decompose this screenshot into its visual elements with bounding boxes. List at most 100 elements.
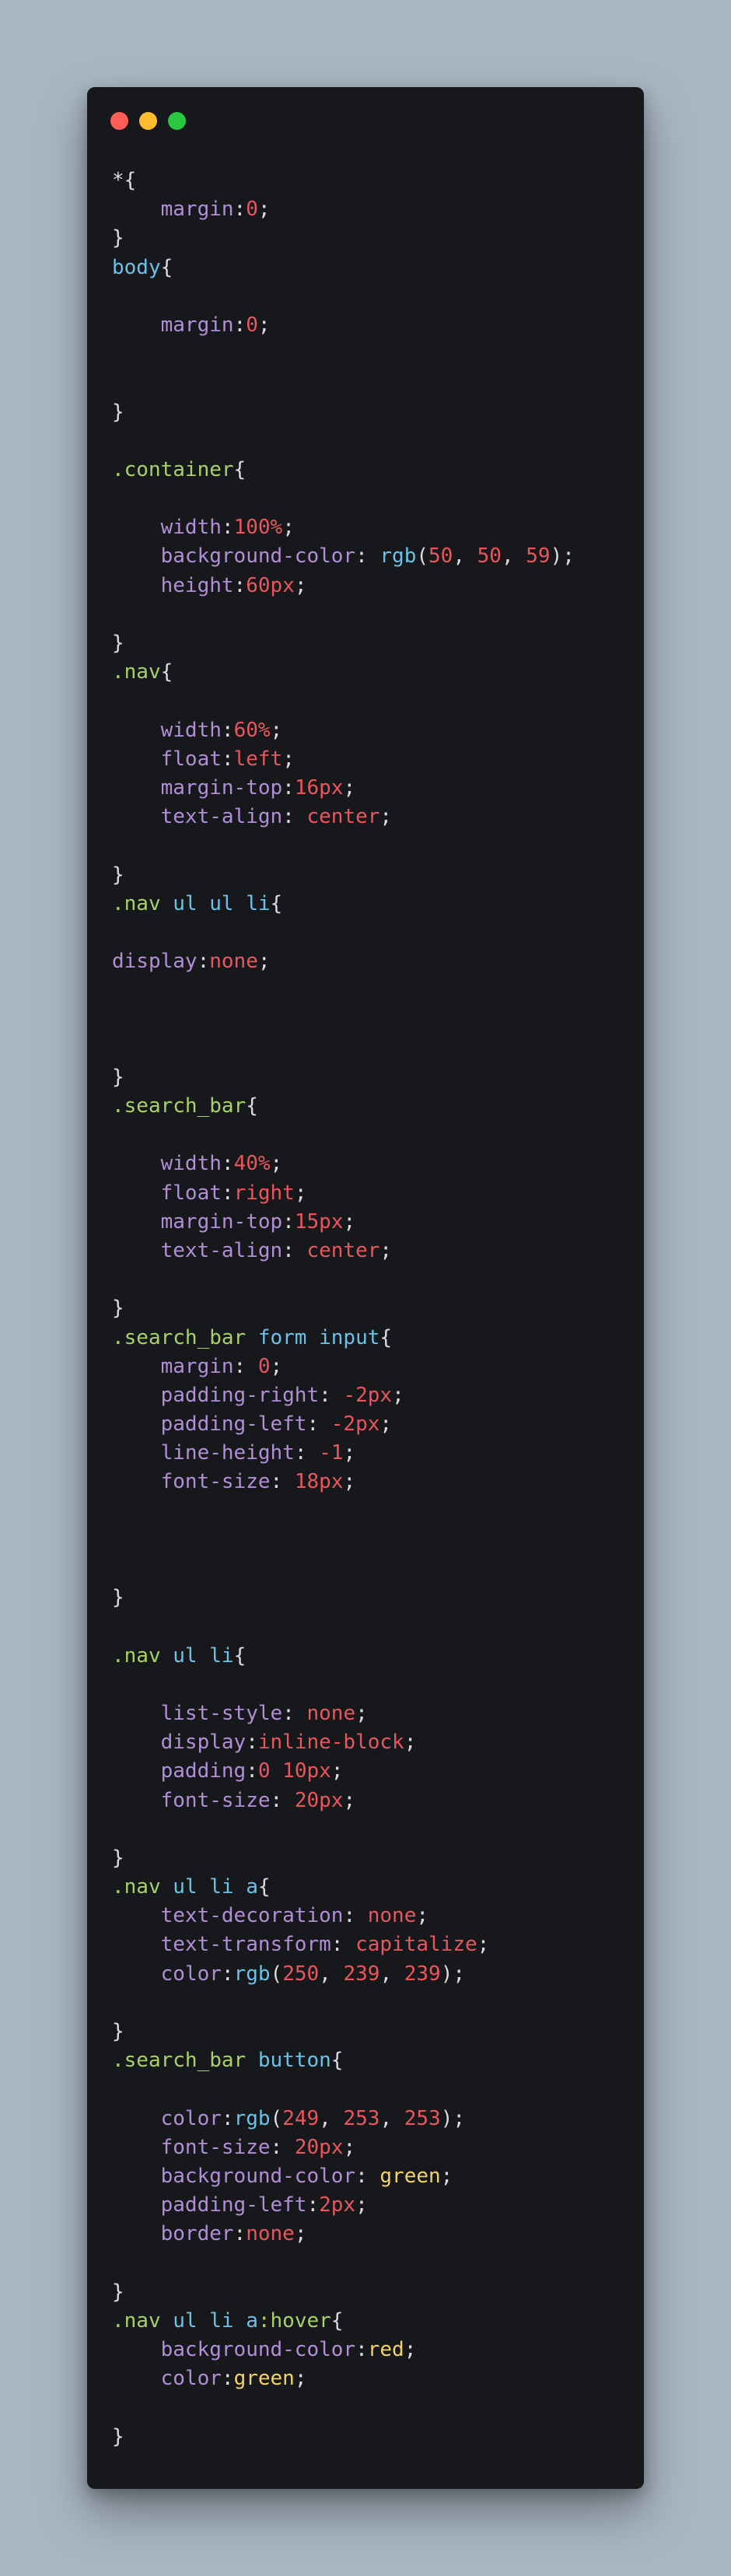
code-token: : [319,1383,344,1407]
code-token: 253 [404,2106,441,2130]
code-token: button [257,2049,331,2073]
code-token: : [221,2367,234,2391]
code-token: } [112,226,124,250]
maximize-button[interactable] [168,112,186,130]
code-token: rgb [233,1962,271,1986]
code-token: li [209,1643,234,1668]
code-token: { [246,1094,258,1118]
code-token: : [355,2338,368,2362]
code-token: } [112,632,124,655]
code-line: } [112,861,628,890]
code-token: ; [355,2193,368,2217]
close-button[interactable] [110,112,128,130]
code-token: { [270,891,283,915]
code-token: : [355,2164,380,2188]
code-token: ; [257,313,271,337]
code-block: *{ margin:0;} body{ margin:0;} .container{… [112,166,628,2452]
code-line: display:none; [112,947,628,976]
code-line: padding-left: -2px; [112,1410,628,1439]
code-token: ; [282,747,295,771]
code-token: , [319,1962,344,1986]
code-line: display:inline-block; [112,1728,628,1757]
minimize-button[interactable] [139,112,157,130]
code-line: padding-left:2px; [112,2191,628,2220]
code-token: rgb [379,544,417,569]
code-token: 253 [343,2106,380,2130]
code-token: : [233,198,247,222]
code-token: form [257,1325,307,1349]
code-token: width [160,516,222,540]
code-window: *{ margin:0;} body{ margin:0;} .container{… [87,87,644,2489]
code-token: : [270,1470,295,1494]
code-line: background-color:red; [112,2336,628,2364]
code-token: : [282,1238,307,1262]
code-line: color:rgb(250, 239, 239); [112,1960,628,1989]
code-token: : [233,1354,258,1378]
code-token: ; [294,2222,307,2246]
code-token: font-size [160,2135,271,2159]
code-token: { [379,1325,393,1349]
code-line: .search_bar form input{ [112,1324,628,1353]
code-token: ; [440,2164,453,2188]
code-token: body [112,255,161,279]
code-token: rgb [233,2106,271,2130]
code-token: center [306,805,380,829]
code-line: float:left; [112,745,628,774]
code-token: color [160,2106,222,2130]
code-token: margin [160,1354,234,1378]
code-token: display [112,950,198,974]
code-token: *{ [112,169,137,192]
code-token: : [355,544,380,569]
code-token: none [246,2222,295,2246]
window-controls [110,112,186,130]
code-token: , [379,1962,404,1986]
code-token: margin [160,313,234,337]
code-token: green [379,2164,441,2188]
code-token: ; [379,1238,393,1262]
code-token: color [160,2367,222,2391]
code-token: .search_bar [112,1325,247,1349]
code-token: font-size [160,1470,271,1494]
code-token: ul [173,891,198,915]
code-token: padding-left [160,1412,307,1437]
code-token: { [233,457,247,481]
code-token: ( [270,1962,283,1986]
code-line: font-size: 18px; [112,1468,628,1496]
code-token: center [306,1238,380,1262]
code-token: .nav [112,1643,161,1668]
code-line: .nav ul ul li{ [112,890,628,919]
code-token: ; [282,516,295,540]
code-token: none [209,950,258,974]
code-token: ; [379,1412,393,1437]
code-token: none [306,1701,356,1725]
code-token: float [160,747,222,771]
code-token: : [306,1412,331,1437]
code-line: width:100%; [112,513,628,542]
code-token: { [160,660,173,684]
